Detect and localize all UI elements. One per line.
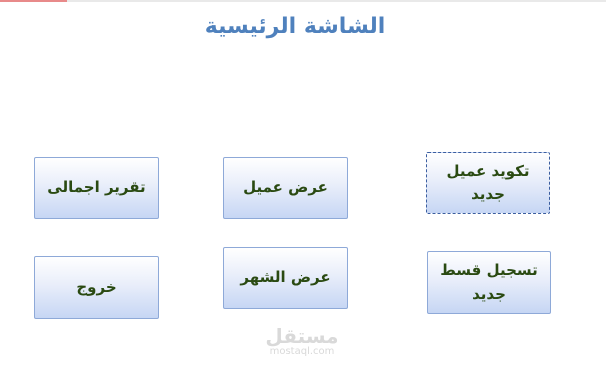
new-customer-code-label: تكويد عميل جديد [446,161,530,203]
view-month-label: عرض الشهر [240,268,331,287]
new-installment-button[interactable]: تسجيل قسط جديد [427,251,551,314]
new-customer-code-button[interactable]: تكويد عميل جديد [426,152,550,214]
top-border [0,0,606,2]
summary-report-label: تقرير اجمالى [47,178,146,197]
view-month-button[interactable]: عرض الشهر [223,247,348,309]
watermark-arabic: مستقل [265,324,339,348]
page-title: الشاشة الرئيسية [0,14,590,39]
watermark-latin: mostaql.com [269,346,335,357]
view-customer-label: عرض عميل [243,178,328,197]
new-installment-label: تسجيل قسط جديد [440,261,538,303]
page-title-text: الشاشة الرئيسية [204,14,386,39]
mostaql-watermark: مستقل mostaql.com [262,326,342,358]
exit-label: خروج [76,277,117,296]
summary-report-button[interactable]: تقرير اجمالى [34,157,159,219]
view-customer-button[interactable]: عرض عميل [223,157,348,219]
exit-button[interactable]: خروج [34,256,159,319]
top-border-accent [0,0,67,2]
